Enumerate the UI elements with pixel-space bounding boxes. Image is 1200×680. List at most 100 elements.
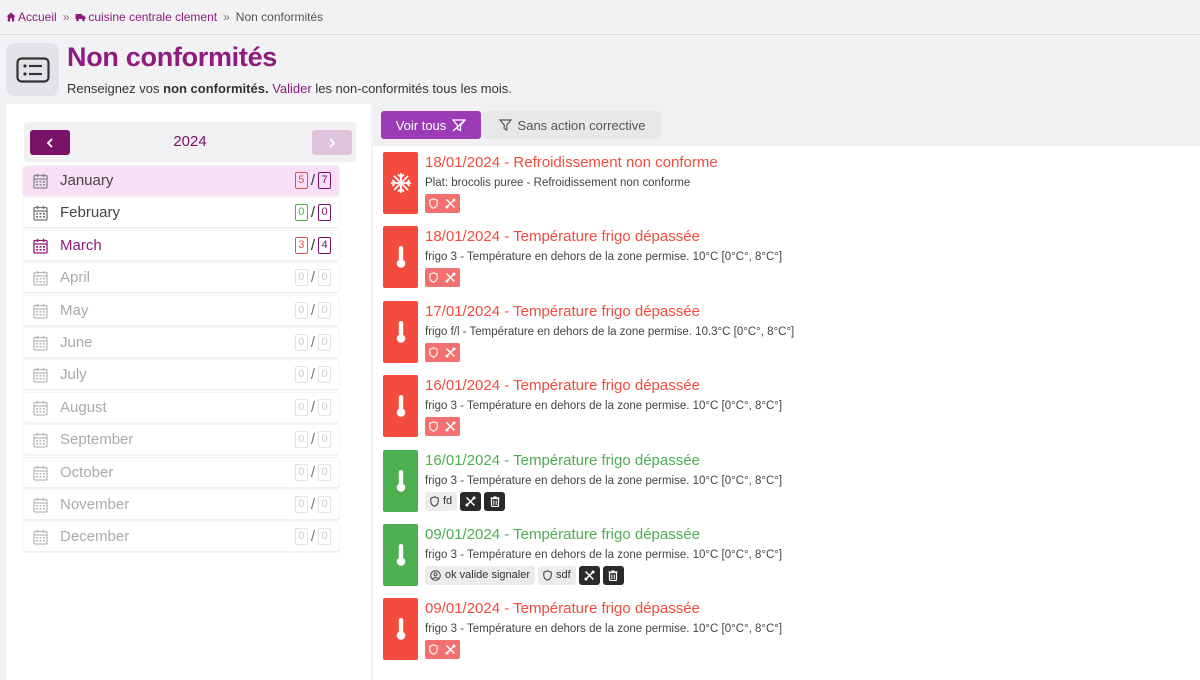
month-item-august[interactable]: August 0/0 (23, 392, 339, 423)
total-count: 0 (318, 301, 331, 319)
nonconformity-item[interactable]: 18/01/2024 - Refroidissement non conform… (383, 152, 1198, 226)
unvalidated-count: 0 (294, 301, 308, 319)
count-separator: / (310, 301, 315, 319)
total-count: 0 (318, 431, 331, 449)
month-item-june[interactable]: June 0/0 (23, 327, 339, 358)
delete-button[interactable] (484, 491, 506, 511)
unvalidated-count: 5 (294, 172, 308, 189)
month-name: September (60, 431, 134, 449)
show-all-filter-button[interactable]: Voir tous (381, 111, 481, 139)
edit-action-button[interactable] (578, 565, 600, 585)
count-separator: / (310, 172, 315, 189)
calendar-icon (33, 400, 48, 421)
total-count: 0 (318, 398, 331, 416)
status-band (383, 598, 418, 661)
chevron-right-icon (329, 137, 336, 148)
month-counts: 0/0 (294, 204, 331, 222)
calendar-icon (33, 270, 48, 291)
page-subtitle: Renseignez vos non conformités. Valider … (67, 81, 512, 96)
unvalidated-count: 0 (294, 431, 308, 449)
add-corrective-action-button[interactable] (425, 194, 460, 213)
without-corrective-filter-button[interactable]: Sans action corrective (483, 111, 661, 139)
user-circle-icon (430, 570, 441, 581)
nonconformity-item[interactable]: 18/01/2024 - Température frigo dépassée f… (383, 226, 1198, 300)
next-year-button[interactable] (312, 130, 352, 155)
month-item-july[interactable]: July 0/0 (23, 360, 339, 391)
validation-text: ok valide signaler (445, 569, 530, 582)
add-corrective-action-button[interactable] (425, 640, 460, 660)
nonconformity-panel: Voir tous Sans action corrective 18/01/2… (373, 104, 1200, 680)
nonconformity-item[interactable]: 09/01/2024 - Température frigo dépassée f… (383, 523, 1198, 598)
breadcrumb-home-label: Accueil (18, 10, 57, 24)
calendar-icon (33, 432, 48, 448)
nonconformity-list: 18/01/2024 - Refroidissement non conform… (383, 152, 1198, 673)
calendar-icon (33, 400, 48, 416)
snowflake-icon (390, 173, 411, 193)
breadcrumb-current: Non conformités (235, 10, 324, 24)
edit-action-button[interactable] (460, 491, 482, 511)
month-item-december[interactable]: December 0/0 (23, 522, 339, 553)
count-separator: / (310, 333, 315, 351)
breadcrumb-home-link[interactable]: Accueil (6, 10, 57, 24)
status-band (383, 523, 418, 586)
month-name: August (60, 398, 107, 416)
delete-button[interactable] (602, 565, 624, 585)
nonconformity-item[interactable]: 17/01/2024 - Température frigo dépassée f… (383, 300, 1198, 375)
tools-icon (445, 421, 456, 432)
total-count: 0 (318, 528, 331, 546)
month-item-november[interactable]: November 0/0 (23, 489, 339, 520)
total-count: 0 (318, 333, 331, 351)
nonconformity-title: 09/01/2024 - Température frigo dépassée (425, 600, 700, 618)
calendar-icon (33, 335, 48, 356)
nonconformity-item[interactable]: 16/01/2024 - Température frigo dépassée f… (383, 375, 1198, 449)
month-item-september[interactable]: September 0/0 (23, 425, 339, 456)
nonconformity-title: 16/01/2024 - Température frigo dépassée (425, 451, 700, 469)
show-all-label: Voir tous (395, 117, 447, 133)
nonconformity-item[interactable]: 16/01/2024 - Température frigo dépassée f… (383, 449, 1198, 524)
total-count: 0 (318, 269, 331, 287)
validation-chip: ok valide signaler (425, 565, 535, 585)
month-name: April (60, 269, 91, 287)
filter-icon (498, 119, 512, 131)
add-corrective-action-button[interactable] (425, 268, 460, 288)
action-tags (425, 640, 460, 660)
calendar-icon (33, 465, 48, 481)
month-item-april[interactable]: April 0/0 (23, 263, 339, 294)
month-item-may[interactable]: May 0/0 (23, 295, 339, 326)
nonconformity-description: frigo 3 - Température en dehors de la zo… (425, 623, 783, 636)
breadcrumb-site-link[interactable]: cuisine centrale clement (75, 10, 217, 24)
month-item-october[interactable]: October 0/0 (23, 457, 339, 488)
count-separator: / (310, 431, 315, 449)
page-title: Non conformités (67, 42, 278, 72)
total-count: 0 (318, 366, 331, 384)
month-name: March (60, 236, 102, 254)
corrective-action-text: fd (443, 495, 453, 508)
calendar-icon (33, 238, 48, 259)
action-tags: ok valide signaler sdf (425, 565, 624, 585)
count-separator: / (310, 495, 315, 513)
corrective-action-chip: sdf (538, 565, 576, 585)
month-item-january[interactable]: January 5/7 (23, 166, 339, 196)
action-tags (425, 268, 460, 288)
calendar-icon (33, 303, 48, 324)
add-corrective-action-button[interactable] (425, 342, 460, 362)
nonconformity-description: frigo f/l - Température en dehors de la … (425, 325, 795, 338)
month-item-march[interactable]: March 3/4 (23, 230, 339, 261)
year-selector: 2024 (24, 122, 356, 162)
corrective-action-chip: fd (425, 491, 458, 511)
nonconformity-item[interactable]: 09/01/2024 - Température frigo dépassée f… (383, 598, 1198, 672)
status-band (383, 449, 418, 512)
corrective-action-text: sdf (556, 569, 571, 582)
breadcrumb-site-label: cuisine centrale clement (88, 10, 218, 24)
unvalidated-count: 3 (294, 236, 308, 254)
calendar-icon (33, 270, 48, 286)
month-name: October (60, 463, 114, 481)
add-corrective-action-button[interactable] (425, 417, 460, 437)
tools-icon (445, 644, 456, 655)
subtitle-bold: non conformités. (163, 81, 269, 96)
month-list: January 5/7 February 0/0 March 3/4 April 0/0 May… (23, 166, 339, 555)
thermometer-icon (396, 618, 405, 641)
validate-link[interactable]: Valider (272, 81, 312, 96)
month-counts: 0/0 (294, 269, 331, 287)
month-item-february[interactable]: February 0/0 (23, 198, 339, 229)
